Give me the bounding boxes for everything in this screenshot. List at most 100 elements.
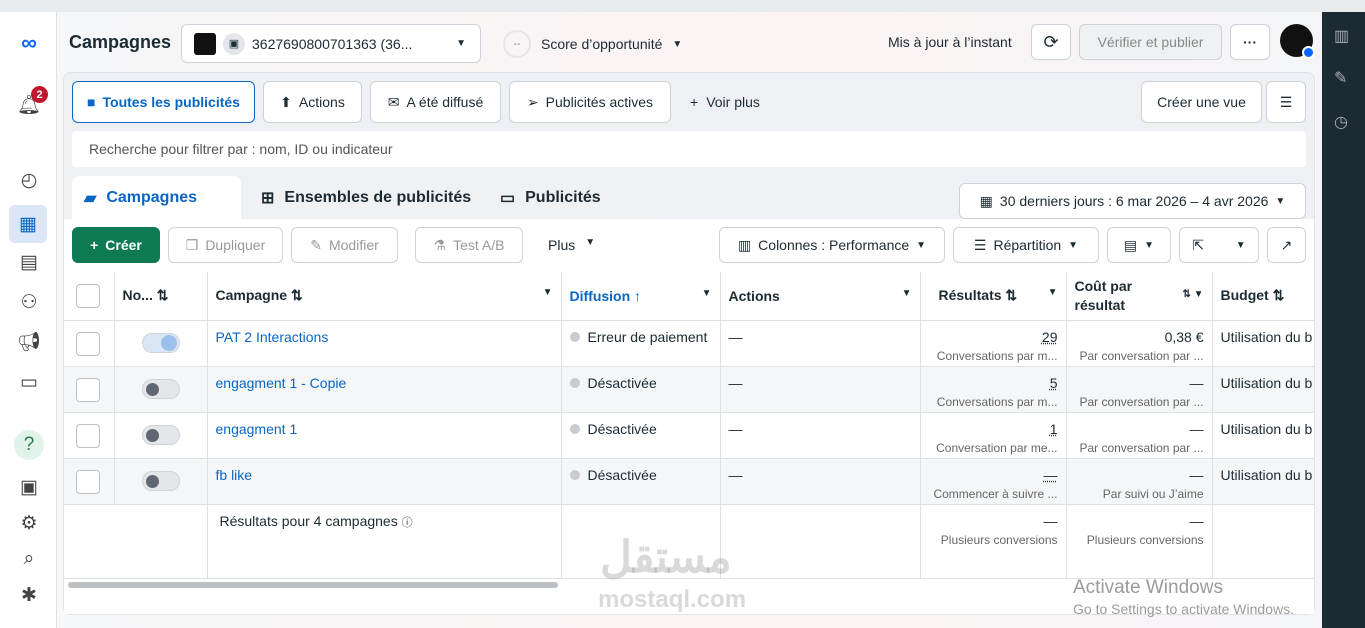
campaign-toggle[interactable] [141,332,180,353]
filter-actions[interactable]: ⬆︎ Actions [263,81,362,123]
refresh-button[interactable]: ⟳ [1031,24,1071,60]
meta-logo-icon[interactable]: ∞ [14,28,44,58]
create-view-button[interactable]: Créer une vue [1141,81,1262,123]
date-range-picker[interactable]: ▦ 30 derniers jours : 6 mar 2026 – 4 avr … [959,183,1306,219]
results-subtitle: Conversation par me... [936,440,1058,455]
cost-value[interactable]: 0,38 € [1075,329,1204,345]
header-actions[interactable]: Actions ▼ [720,272,921,321]
bug-report-icon[interactable]: ✱ [14,580,44,610]
row-checkbox[interactable] [76,469,100,494]
campaign-toggle[interactable] [141,470,180,491]
header-on-off[interactable]: No... ⇅ [114,272,208,321]
columns-dropdown[interactable]: ▥ Colonnes : Performance ▼ [719,227,945,263]
pencil-icon[interactable]: ✎ [1334,68,1347,88]
header-delivery[interactable]: Diffusion ↑ ▼ [561,272,721,321]
view-settings-button[interactable]: ☰ [1266,81,1306,123]
campaign-toggle[interactable] [141,424,180,445]
select-all-checkbox[interactable] [76,283,100,308]
chevron-down-icon[interactable]: ▼ [902,288,912,299]
see-more-button[interactable]: + Voir plus [690,94,760,110]
charts-button[interactable]: ↗ [1267,227,1306,263]
row-checkbox[interactable] [76,423,100,448]
notifications-icon[interactable]: 🔔︎ 2 [14,86,48,120]
toggle-cell [114,320,208,367]
settings-gear-icon[interactable]: ⚙ [14,508,44,538]
summary-spacer [114,504,208,579]
campaign-toggle[interactable] [141,378,180,399]
more-actions-dropdown[interactable]: Plus ▼ [548,237,595,253]
help-icon[interactable]: ? [14,430,44,460]
opportunity-score[interactable]: -- Score d’opportunité ▼ [503,30,682,58]
horizontal-scrollbar[interactable] [68,582,558,588]
ab-test-button[interactable]: ⚗ Test A/B [415,227,523,263]
tab-ads[interactable]: ▭ Publicités [488,176,656,220]
dashboard-icon[interactable]: ◴ [14,165,44,195]
header-budget[interactable]: Budget ⇅ [1212,272,1315,321]
status-dot [569,331,580,342]
audiences-icon[interactable]: ⚇ [14,287,44,317]
header-campaign[interactable]: Campagne ⇅ ▼ [207,272,562,321]
campaign-link[interactable]: engagment 1 [216,421,298,437]
tab-campaigns[interactable]: ▰ Campagnes [72,176,241,220]
search-input[interactable]: Recherche pour filtrer par : nom, ID ou … [72,131,1306,167]
update-status: Mis à jour à l’instant [888,34,1012,50]
budget-cell: Utilisation du b [1212,366,1315,413]
bar-chart-icon[interactable]: ▥ [1334,26,1349,46]
filter-label: Toutes les publicités [102,94,240,110]
account-id: 3627690800701363 (36... [252,35,413,52]
row-checkbox[interactable] [76,377,100,402]
cost-value[interactable]: — [1075,421,1204,437]
campaign-link[interactable]: engagment 1 - Copie [216,375,347,391]
results-value[interactable]: 29 [929,329,1058,345]
verify-publish-button[interactable]: Vérifier et publier [1079,24,1222,60]
folder-icon: ■ [87,94,96,110]
profile-avatar[interactable] [1280,24,1315,59]
results-value[interactable]: — [929,467,1058,483]
results-value[interactable]: 1 [929,421,1058,437]
chevron-down-icon[interactable]: ▼ [702,288,712,299]
create-button[interactable]: + Créer [72,227,160,263]
pages-icon[interactable]: ▤ [14,247,44,277]
cost-value[interactable]: — [1075,375,1204,391]
chevron-down-icon[interactable]: ⇅ ▼ [1182,285,1203,304]
campaigns-table-icon[interactable]: ▦ [9,205,47,243]
header-cost-per-result[interactable]: ⇅ ▼ Coût par résultat [1066,272,1213,321]
refresh-icon: ⟳ [1043,31,1059,52]
duplicate-button[interactable]: ❐ Dupliquer [168,227,283,263]
search-icon[interactable]: ⌕ [14,544,44,574]
see-more-label: Voir plus [706,94,760,110]
header-results[interactable]: Résultats ⇅ ▼ [920,272,1067,321]
select-all-cell [64,272,115,321]
edit-button[interactable]: ✎ Modifier [291,227,398,263]
chevron-down-icon: ▼ [1235,239,1246,251]
campaign-link[interactable]: fb like [216,467,253,483]
row-checkbox[interactable] [76,331,100,356]
chevron-down-icon[interactable]: ▼ [1048,287,1058,298]
filter-all-ads[interactable]: ■ Toutes les publicités [72,81,255,123]
summary-spacer [64,504,114,579]
chevron-down-icon: ▼ [916,239,927,251]
account-selector[interactable]: ▣ 3627690800701363 (36... ▼ [181,24,481,63]
results-value[interactable]: 5 [929,375,1058,391]
catalog-icon[interactable]: ▣ [14,472,44,502]
megaphone-icon[interactable]: 📢︎ [14,327,44,357]
clock-history-icon[interactable]: ◷ [1334,112,1348,132]
activate-windows-sub: Go to Settings to activate Windows. [1073,601,1294,617]
breakdown-dropdown[interactable]: ☰ Répartition ▼ [953,227,1099,263]
duplicate-icon: ❐ [185,236,199,253]
campaign-link[interactable]: PAT 2 Interactions [216,329,329,345]
export-dropdown[interactable]: ⇱ ▼ [1179,227,1259,263]
reports-dropdown[interactable]: ▤ ▼ [1107,227,1171,263]
cost-value[interactable]: — [1075,467,1204,483]
chevron-down-icon[interactable]: ▼ [543,287,553,298]
filter-delivered[interactable]: ✉ A été diffusé [370,81,501,123]
header-label: No... [122,287,153,304]
more-options-button[interactable]: ··· [1230,24,1270,60]
toggle-knob [145,474,159,488]
filter-active-ads[interactable]: ➢ Publicités actives [509,81,671,123]
info-icon[interactable]: ⓘ [402,517,413,529]
tab-ad-sets[interactable]: ⊞ Ensembles de publicités [249,176,481,220]
billing-card-icon[interactable]: ▭ [14,367,44,397]
facebook-icon [1302,46,1315,59]
delivery-cell: Désactivée [561,412,721,459]
